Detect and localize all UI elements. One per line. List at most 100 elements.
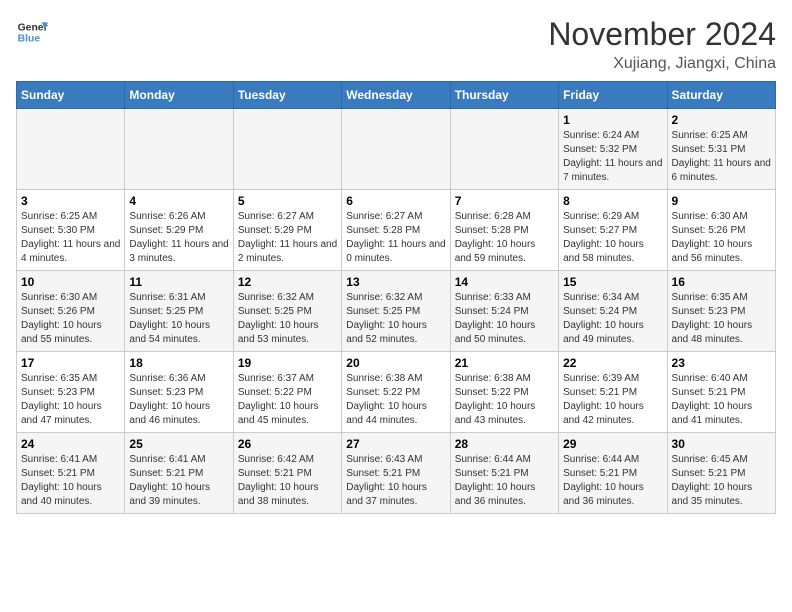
day-number: 4	[129, 194, 228, 208]
day-info: Sunrise: 6:27 AMSunset: 5:29 PMDaylight:…	[238, 210, 337, 266]
day-info: Sunrise: 6:41 AMSunset: 5:21 PMDaylight:…	[129, 453, 228, 509]
weekday-header: Monday	[125, 82, 233, 109]
calendar-header: SundayMondayTuesdayWednesdayThursdayFrid…	[17, 82, 776, 109]
day-number: 22	[563, 356, 662, 370]
day-number: 25	[129, 437, 228, 451]
calendar-cell: 18Sunrise: 6:36 AMSunset: 5:23 PMDayligh…	[125, 352, 233, 433]
day-info: Sunrise: 6:24 AMSunset: 5:32 PMDaylight:…	[563, 129, 662, 185]
day-info: Sunrise: 6:27 AMSunset: 5:28 PMDaylight:…	[346, 210, 445, 266]
day-number: 16	[672, 275, 771, 289]
page-header: General Blue General Blue November 2024 …	[16, 16, 776, 73]
title-block: November 2024 Xujiang, Jiangxi, China	[548, 16, 776, 73]
day-number: 24	[21, 437, 120, 451]
day-number: 10	[21, 275, 120, 289]
day-info: Sunrise: 6:30 AMSunset: 5:26 PMDaylight:…	[672, 210, 771, 266]
day-number: 7	[455, 194, 554, 208]
month-title: November 2024	[548, 16, 776, 53]
day-info: Sunrise: 6:32 AMSunset: 5:25 PMDaylight:…	[238, 291, 337, 347]
calendar-cell: 8 Sunrise: 6:29 AMSunset: 5:27 PMDaylight…	[559, 190, 667, 271]
day-info: Sunrise: 6:35 AMSunset: 5:23 PMDaylight:…	[21, 372, 120, 428]
calendar-cell	[125, 109, 233, 190]
calendar-cell: 6Sunrise: 6:27 AMSunset: 5:28 PMDaylight…	[342, 190, 450, 271]
day-number: 26	[238, 437, 337, 451]
location-title: Xujiang, Jiangxi, China	[548, 55, 776, 73]
calendar-cell: 25 Sunrise: 6:41 AMSunset: 5:21 PMDayligh…	[125, 433, 233, 514]
calendar-cell: 3 Sunrise: 6:25 AMSunset: 5:30 PMDaylight…	[17, 190, 125, 271]
calendar-cell: 9 Sunrise: 6:30 AMSunset: 5:26 PMDaylight…	[667, 190, 775, 271]
day-number: 2	[672, 113, 771, 127]
calendar-cell	[450, 109, 558, 190]
calendar-cell: 4 Sunrise: 6:26 AMSunset: 5:29 PMDaylight…	[125, 190, 233, 271]
day-number: 29	[563, 437, 662, 451]
day-info: Sunrise: 6:39 AMSunset: 5:21 PMDaylight:…	[563, 372, 662, 428]
day-number: 8	[563, 194, 662, 208]
calendar-cell: 27 Sunrise: 6:43 AMSunset: 5:21 PMDayligh…	[342, 433, 450, 514]
weekday-header: Friday	[559, 82, 667, 109]
day-info: Sunrise: 6:29 AMSunset: 5:27 PMDaylight:…	[563, 210, 662, 266]
calendar-cell: 5 Sunrise: 6:27 AMSunset: 5:29 PMDaylight…	[233, 190, 341, 271]
calendar-cell: 7 Sunrise: 6:28 AMSunset: 5:28 PMDaylight…	[450, 190, 558, 271]
day-info: Sunrise: 6:25 AMSunset: 5:31 PMDaylight:…	[672, 129, 771, 185]
calendar-cell: 1 Sunrise: 6:24 AMSunset: 5:32 PMDaylight…	[559, 109, 667, 190]
day-info: Sunrise: 6:25 AMSunset: 5:30 PMDaylight:…	[21, 210, 120, 266]
weekday-header: Saturday	[667, 82, 775, 109]
calendar-cell: 30 Sunrise: 6:45 AMSunset: 5:21 PMDayligh…	[667, 433, 775, 514]
day-info: Sunrise: 6:44 AMSunset: 5:21 PMDaylight:…	[563, 453, 662, 509]
calendar-cell: 23Sunrise: 6:40 AMSunset: 5:21 PMDayligh…	[667, 352, 775, 433]
day-info: Sunrise: 6:43 AMSunset: 5:21 PMDaylight:…	[346, 453, 445, 509]
day-info: Sunrise: 6:33 AMSunset: 5:24 PMDaylight:…	[455, 291, 554, 347]
calendar-cell: 29 Sunrise: 6:44 AMSunset: 5:21 PMDayligh…	[559, 433, 667, 514]
calendar-cell	[233, 109, 341, 190]
day-number: 15	[563, 275, 662, 289]
calendar-cell	[342, 109, 450, 190]
day-info: Sunrise: 6:37 AMSunset: 5:22 PMDaylight:…	[238, 372, 337, 428]
logo-icon: General Blue	[16, 16, 48, 48]
day-info: Sunrise: 6:38 AMSunset: 5:22 PMDaylight:…	[346, 372, 445, 428]
day-number: 11	[129, 275, 228, 289]
day-number: 9	[672, 194, 771, 208]
calendar-cell: 13Sunrise: 6:32 AMSunset: 5:25 PMDayligh…	[342, 271, 450, 352]
day-info: Sunrise: 6:32 AMSunset: 5:25 PMDaylight:…	[346, 291, 445, 347]
calendar-cell: 14 Sunrise: 6:33 AMSunset: 5:24 PMDayligh…	[450, 271, 558, 352]
calendar-cell: 10 Sunrise: 6:30 AMSunset: 5:26 PMDayligh…	[17, 271, 125, 352]
calendar-cell: 12 Sunrise: 6:32 AMSunset: 5:25 PMDayligh…	[233, 271, 341, 352]
day-number: 17	[21, 356, 120, 370]
day-number: 30	[672, 437, 771, 451]
day-info: Sunrise: 6:36 AMSunset: 5:23 PMDaylight:…	[129, 372, 228, 428]
day-number: 14	[455, 275, 554, 289]
calendar-cell: 28Sunrise: 6:44 AMSunset: 5:21 PMDayligh…	[450, 433, 558, 514]
day-info: Sunrise: 6:26 AMSunset: 5:29 PMDaylight:…	[129, 210, 228, 266]
day-number: 5	[238, 194, 337, 208]
day-info: Sunrise: 6:35 AMSunset: 5:23 PMDaylight:…	[672, 291, 771, 347]
calendar-cell: 21Sunrise: 6:38 AMSunset: 5:22 PMDayligh…	[450, 352, 558, 433]
day-info: Sunrise: 6:31 AMSunset: 5:25 PMDaylight:…	[129, 291, 228, 347]
calendar-cell: 2 Sunrise: 6:25 AMSunset: 5:31 PMDaylight…	[667, 109, 775, 190]
day-info: Sunrise: 6:45 AMSunset: 5:21 PMDaylight:…	[672, 453, 771, 509]
calendar-week-row: 3 Sunrise: 6:25 AMSunset: 5:30 PMDaylight…	[17, 190, 776, 271]
calendar-cell: 20Sunrise: 6:38 AMSunset: 5:22 PMDayligh…	[342, 352, 450, 433]
calendar-table: SundayMondayTuesdayWednesdayThursdayFrid…	[16, 81, 776, 514]
logo: General Blue General Blue	[16, 16, 48, 48]
day-number: 1	[563, 113, 662, 127]
calendar-body: 1 Sunrise: 6:24 AMSunset: 5:32 PMDaylight…	[17, 109, 776, 514]
day-number: 12	[238, 275, 337, 289]
weekday-row: SundayMondayTuesdayWednesdayThursdayFrid…	[17, 82, 776, 109]
day-info: Sunrise: 6:30 AMSunset: 5:26 PMDaylight:…	[21, 291, 120, 347]
weekday-header: Tuesday	[233, 82, 341, 109]
day-info: Sunrise: 6:28 AMSunset: 5:28 PMDaylight:…	[455, 210, 554, 266]
day-number: 3	[21, 194, 120, 208]
calendar-cell: 19 Sunrise: 6:37 AMSunset: 5:22 PMDayligh…	[233, 352, 341, 433]
calendar-cell: 11 Sunrise: 6:31 AMSunset: 5:25 PMDayligh…	[125, 271, 233, 352]
day-number: 21	[455, 356, 554, 370]
day-info: Sunrise: 6:41 AMSunset: 5:21 PMDaylight:…	[21, 453, 120, 509]
calendar-cell: 26 Sunrise: 6:42 AMSunset: 5:21 PMDayligh…	[233, 433, 341, 514]
day-number: 27	[346, 437, 445, 451]
calendar-week-row: 17 Sunrise: 6:35 AMSunset: 5:23 PMDayligh…	[17, 352, 776, 433]
calendar-week-row: 1 Sunrise: 6:24 AMSunset: 5:32 PMDaylight…	[17, 109, 776, 190]
calendar-week-row: 24 Sunrise: 6:41 AMSunset: 5:21 PMDayligh…	[17, 433, 776, 514]
calendar-cell: 24 Sunrise: 6:41 AMSunset: 5:21 PMDayligh…	[17, 433, 125, 514]
day-number: 19	[238, 356, 337, 370]
day-info: Sunrise: 6:42 AMSunset: 5:21 PMDaylight:…	[238, 453, 337, 509]
calendar-cell: 16 Sunrise: 6:35 AMSunset: 5:23 PMDayligh…	[667, 271, 775, 352]
calendar-cell: 17 Sunrise: 6:35 AMSunset: 5:23 PMDayligh…	[17, 352, 125, 433]
